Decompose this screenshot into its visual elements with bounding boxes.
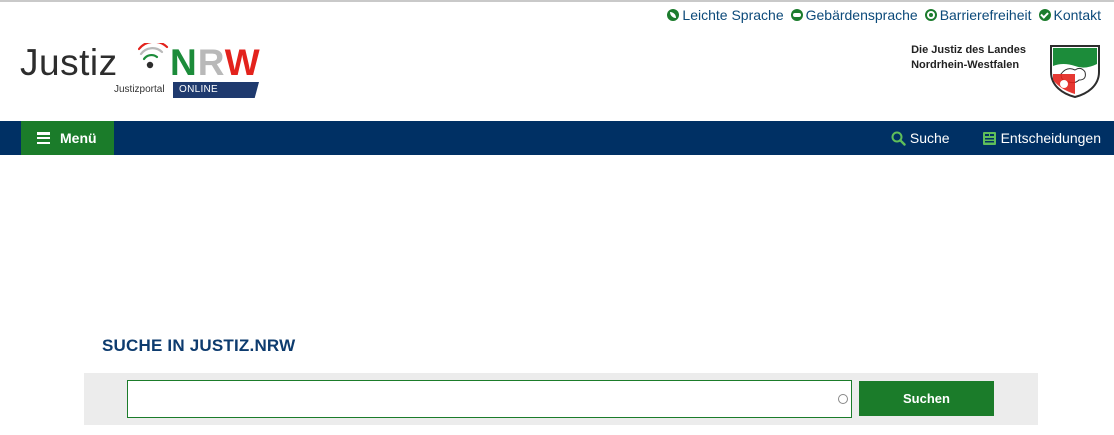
top-border [0, 0, 1114, 2]
accessibility-icon [924, 9, 937, 21]
nav-search-label: Suche [909, 130, 950, 146]
state-label: Die Justiz des Landes Nordrhein-Westfale… [911, 43, 1026, 73]
gebaerdensprache-link[interactable]: Gebärdensprache [790, 7, 918, 23]
search-panel: Suchen [84, 373, 1038, 425]
menu-button[interactable]: Menü [21, 121, 114, 155]
sign-language-icon [790, 9, 803, 21]
leichte-sprache-link[interactable]: Leichte Sprache [667, 7, 784, 23]
state-line-1: Die Justiz des Landes [911, 44, 1026, 56]
nav-decisions-link[interactable]: Entscheidungen [982, 130, 1101, 146]
search-icon [891, 131, 906, 146]
logo-portal-text: Justizportal [114, 84, 165, 95]
barrierefreiheit-link[interactable]: Barrierefreiheit [924, 7, 1032, 23]
kontakt-link[interactable]: Kontakt [1038, 7, 1101, 23]
leaf-icon [667, 9, 680, 21]
nav-search-link[interactable]: Suche [891, 130, 950, 146]
decisions-icon [982, 131, 996, 145]
nav-decisions-label: Entscheidungen [1000, 130, 1101, 146]
hamburger-icon [37, 132, 50, 144]
justiz-nrw-logo[interactable]: Justiz NRW Justizportal ONLINE [20, 40, 270, 102]
service-links: Leichte Sprache Gebärdensprache Barriere… [667, 7, 1101, 23]
leichte-sprache-label: Leichte Sprache [682, 7, 784, 23]
contact-icon [1038, 9, 1051, 21]
barrierefreiheit-label: Barrierefreiheit [939, 7, 1032, 23]
logo-online-badge: ONLINE [173, 82, 259, 98]
nav-right-links: Suche Entscheidungen [891, 121, 1101, 155]
gebaerdensprache-label: Gebärdensprache [805, 7, 918, 23]
signal-icon [138, 43, 169, 69]
search-input[interactable] [127, 380, 852, 418]
main-navbar: Menü Suche Entscheidungen [0, 121, 1114, 155]
kontakt-label: Kontakt [1053, 7, 1101, 23]
nrw-coat-of-arms-icon[interactable] [1049, 44, 1101, 98]
search-submit-button[interactable]: Suchen [859, 381, 994, 416]
logo-justiz-text: Justiz [20, 42, 118, 83]
search-clear-icon[interactable] [838, 394, 848, 404]
state-line-2: Nordrhein-Westfalen [911, 59, 1020, 71]
logo-nrw-text: NRW [170, 42, 261, 83]
search-title: SUCHE IN JUSTIZ.NRW [102, 336, 296, 355]
menu-label: Menü [60, 130, 97, 146]
